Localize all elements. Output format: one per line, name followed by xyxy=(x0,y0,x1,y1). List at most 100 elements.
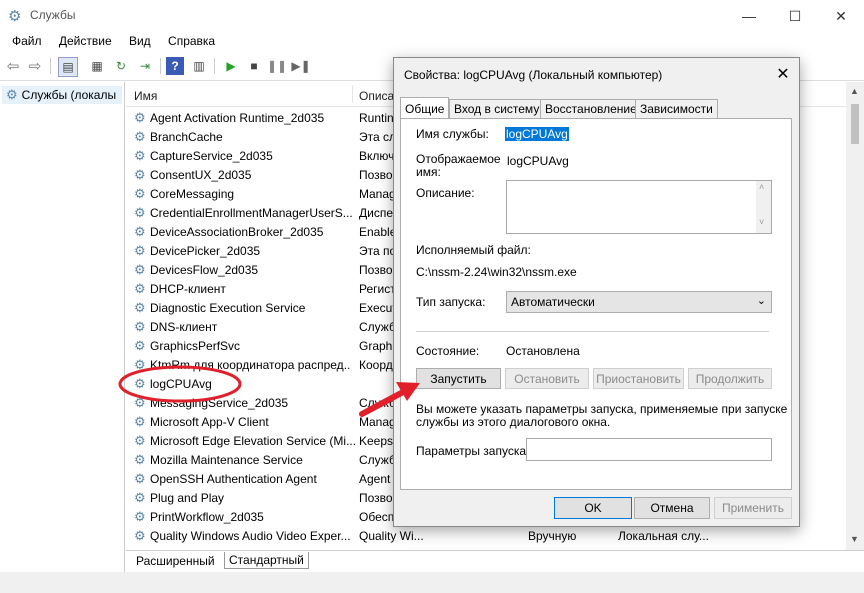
stop-service-icon[interactable]: ■ xyxy=(245,57,263,75)
service-gear-icon: ⚙ xyxy=(134,414,146,429)
console-tree: ⚙ Службы (локалы xyxy=(0,82,125,572)
cancel-button[interactable]: Отмена xyxy=(634,497,710,519)
service-gear-icon: ⚙ xyxy=(134,452,146,467)
status-label: Состояние: xyxy=(416,344,480,358)
description-label: Описание: xyxy=(416,186,475,200)
service-gear-icon: ⚙ xyxy=(134,376,146,391)
column-divider[interactable] xyxy=(352,85,353,103)
column-name[interactable]: Имя xyxy=(134,89,157,103)
scroll-down-icon[interactable]: ▼ xyxy=(850,534,859,544)
tree-item-services[interactable]: ⚙ Службы (локалы xyxy=(2,86,122,104)
service-gear-icon: ⚙ xyxy=(134,262,146,277)
dialog-close-button[interactable]: ✕ xyxy=(772,64,794,84)
column-description[interactable]: Описа xyxy=(359,89,394,103)
service-gear-icon: ⚙ xyxy=(134,433,146,448)
service-gear-icon: ⚙ xyxy=(134,471,146,486)
scroll-thumb[interactable] xyxy=(851,104,859,144)
service-name: Microsoft Edge Elevation Service (Mi... xyxy=(150,434,355,448)
forward-arrow-icon[interactable]: ⇨ xyxy=(26,57,44,75)
tab-standard[interactable]: Стандартный xyxy=(224,552,309,569)
resume-button[interactable]: Продолжить xyxy=(688,368,772,389)
service-name: KtmRm для координатора распред... xyxy=(150,358,350,372)
pause-button[interactable]: Приостановить xyxy=(593,368,684,389)
chevron-down-icon: ⌄ xyxy=(756,295,766,307)
service-name-label: Имя службы: xyxy=(416,127,489,141)
service-gear-icon: ⚙ xyxy=(134,338,146,353)
service-gear-icon: ⚙ xyxy=(134,528,146,543)
service-gear-icon: ⚙ xyxy=(134,186,146,201)
export-list-icon[interactable]: ⇥ xyxy=(136,57,154,75)
status-bar xyxy=(0,572,864,593)
service-description: Коорд xyxy=(359,358,393,372)
service-gear-icon: ⚙ xyxy=(134,319,146,334)
description-scrollbar[interactable]: ˄ ˅ xyxy=(756,181,771,233)
view-tabs: Расширенный Стандартный xyxy=(126,550,864,571)
service-gear-icon: ⚙ xyxy=(134,281,146,296)
startup-type-select[interactable]: Автоматически ⌄ xyxy=(506,291,772,313)
tab-general[interactable]: Общие xyxy=(400,97,450,120)
menu-file[interactable]: Файл xyxy=(0,32,49,50)
pause-service-icon[interactable]: ❚❚ xyxy=(267,57,287,75)
stop-button[interactable]: Остановить xyxy=(505,368,589,389)
service-description: Позво xyxy=(359,168,393,182)
help-icon[interactable]: ? xyxy=(166,57,184,75)
service-logon-as: Локальная слу... xyxy=(618,529,709,543)
exe-label: Исполняемый файл: xyxy=(416,243,531,257)
start-service-icon[interactable]: ▶ xyxy=(222,57,240,75)
console-tree-icon[interactable]: ▤ xyxy=(58,57,78,77)
service-gear-icon: ⚙ xyxy=(134,490,146,505)
display-name-label-2: имя: xyxy=(416,165,441,179)
service-name: GraphicsPerfSvc xyxy=(150,339,241,353)
service-name: PrintWorkflow_2d035 xyxy=(150,510,264,524)
menu-help[interactable]: Справка xyxy=(161,32,222,50)
startup-type-label: Тип запуска: xyxy=(416,295,486,309)
service-gear-icon: ⚙ xyxy=(134,300,146,315)
apply-button[interactable]: Применить xyxy=(714,497,792,519)
table-row[interactable]: ⚙ Quality Windows Audio Video Exper... Qua… xyxy=(126,527,864,546)
start-params-input[interactable] xyxy=(526,438,772,461)
service-name: Microsoft App-V Client xyxy=(150,415,269,429)
vertical-scrollbar[interactable]: ▲ ▼ xyxy=(846,82,864,550)
scroll-up-icon[interactable]: ˄ xyxy=(759,182,764,192)
service-name: CaptureService_2d035 xyxy=(150,149,273,163)
start-params-label: Параметры запуска: xyxy=(416,444,530,458)
menu-view[interactable]: Вид xyxy=(122,32,158,50)
properties-sheet-icon[interactable]: ▦ xyxy=(88,57,106,75)
service-description: Manag xyxy=(359,415,395,429)
menu-bar: Файл Действие Вид Справка xyxy=(0,32,864,52)
service-description: Keeps xyxy=(359,434,394,448)
refresh-icon[interactable]: ↻ xyxy=(112,57,130,75)
ok-button[interactable]: OK xyxy=(554,497,632,519)
tab-logon[interactable]: Вход в систему xyxy=(449,99,545,119)
scroll-up-icon[interactable]: ▲ xyxy=(850,86,859,96)
service-name: Plug and Play xyxy=(150,491,225,505)
scroll-down-icon[interactable]: ˅ xyxy=(759,217,764,227)
general-tab-panel: Имя службы: logCPUAvg Отображаемое имя: … xyxy=(400,118,792,490)
menu-action[interactable]: Действие xyxy=(52,32,119,50)
services-gear-icon: ⚙ xyxy=(6,87,18,102)
service-description: Служб xyxy=(359,396,395,410)
maximize-button[interactable]: ☐ xyxy=(772,0,818,32)
service-gear-icon: ⚙ xyxy=(134,224,146,239)
service-description: Обесп xyxy=(359,510,395,524)
description-textbox[interactable]: ˄ ˅ xyxy=(506,180,772,234)
close-button[interactable]: ✕ xyxy=(818,0,864,32)
tab-extended[interactable]: Расширенный xyxy=(136,554,215,568)
service-name-selected: logCPUAvg xyxy=(505,127,569,141)
service-name: OpenSSH Authentication Agent xyxy=(150,472,317,486)
service-gear-icon: ⚙ xyxy=(134,243,146,258)
start-button[interactable]: Запустить xyxy=(416,368,501,389)
service-name: DNS-клиент xyxy=(150,320,218,334)
minimize-button[interactable]: — xyxy=(726,0,772,32)
service-name: Mozilla Maintenance Service xyxy=(150,453,303,467)
back-arrow-icon[interactable]: ⇦ xyxy=(4,57,22,75)
tab-recovery[interactable]: Восстановление xyxy=(540,99,642,119)
dialog-title: Свойства: logCPUAvg (Локальный компьютер… xyxy=(404,68,663,82)
service-name: ConsentUX_2d035 xyxy=(150,168,252,182)
tab-dependencies[interactable]: Зависимости xyxy=(635,99,718,119)
show-pane-icon[interactable]: ▥ xyxy=(190,57,208,75)
service-description: Manag xyxy=(359,187,395,201)
service-description: Включ xyxy=(359,149,395,163)
restart-service-icon[interactable]: ▶❚ xyxy=(291,57,310,75)
toolbar-separator xyxy=(50,58,51,74)
